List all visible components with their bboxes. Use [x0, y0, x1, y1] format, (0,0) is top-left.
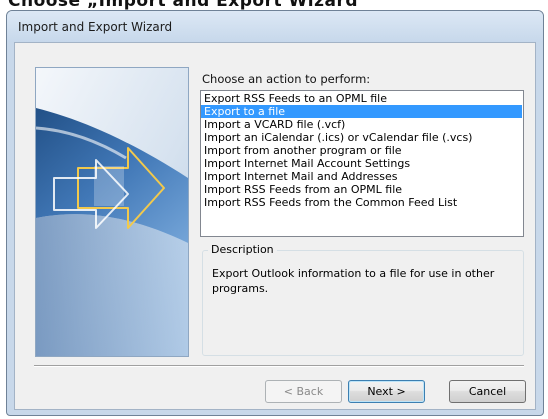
- action-item-import-rss-opml[interactable]: Import RSS Feeds from an OPML file: [201, 183, 522, 196]
- wizard-graphic: [36, 68, 188, 356]
- action-item-import-mail-addresses[interactable]: Import Internet Mail and Addresses: [201, 170, 522, 183]
- action-item-import-mail-account-settings[interactable]: Import Internet Mail Account Settings: [201, 157, 522, 170]
- action-item-import-rss-common-feed[interactable]: Import RSS Feeds from the Common Feed Li…: [201, 196, 522, 209]
- back-button[interactable]: < Back: [265, 380, 342, 403]
- action-item-import-icalendar[interactable]: Import an iCalendar (.ics) or vCalendar …: [201, 131, 522, 144]
- action-listbox[interactable]: Export RSS Feeds to an OPML file Export …: [200, 90, 524, 237]
- action-item-import-from-program[interactable]: Import from another program or file: [201, 144, 522, 157]
- wizard-illustration: [35, 67, 189, 357]
- button-separator: [34, 365, 524, 367]
- action-item-export-rss-opml[interactable]: Export RSS Feeds to an OPML file: [201, 92, 522, 105]
- description-text: Export Outlook information to a file for…: [212, 267, 495, 295]
- cropped-heading-text: Choose „Import and Export Wizard": [8, 0, 368, 10]
- action-item-export-to-file[interactable]: Export to a file: [201, 105, 522, 118]
- cropped-heading: Choose „Import and Export Wizard": [0, 0, 548, 10]
- action-prompt: Choose an action to perform:: [202, 72, 371, 86]
- next-button[interactable]: Next >: [348, 380, 425, 403]
- wizard-client-area: Choose an action to perform: Export RSS …: [14, 42, 536, 410]
- cancel-button[interactable]: Cancel: [449, 380, 526, 403]
- description-groupbox: Description Export Outlook information t…: [202, 243, 524, 356]
- wizard-window: Import and Export Wizard Choose an actio…: [6, 10, 544, 416]
- description-label: Description: [208, 243, 277, 256]
- window-title: Import and Export Wizard: [18, 20, 173, 34]
- title-bar[interactable]: Import and Export Wizard: [7, 11, 543, 42]
- action-item-import-vcard[interactable]: Import a VCARD file (.vcf): [201, 118, 522, 131]
